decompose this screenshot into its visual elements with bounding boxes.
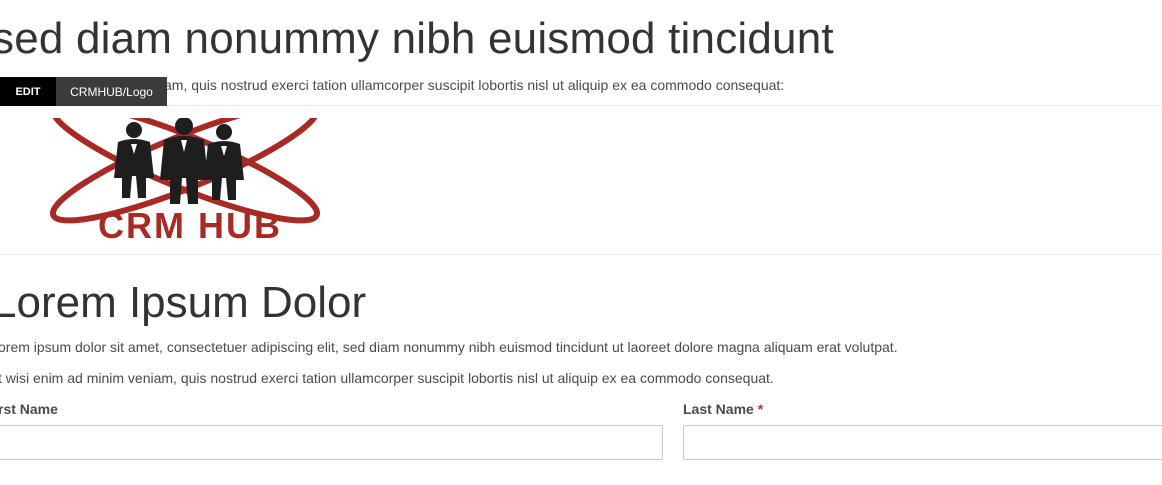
- edit-button[interactable]: EDIT: [0, 77, 56, 106]
- section-heading: Lorem Ipsum Dolor: [0, 278, 367, 327]
- people-silhouette-icon: [114, 118, 244, 204]
- divider: [0, 105, 1162, 106]
- first-name-label: rst Name: [0, 401, 58, 417]
- crm-hub-logo[interactable]: CRM HUB: [48, 118, 330, 242]
- page: sed diam nonummy nibh euismod tincidunt …: [0, 0, 1162, 485]
- last-name-label-text: Last Name: [683, 401, 754, 417]
- edit-toolbar: EDIT CRMHUB/Logo: [0, 77, 167, 106]
- logo-text: CRM HUB: [98, 205, 282, 242]
- body-paragraph: orem ipsum dolor sit amet, consectetuer …: [0, 339, 898, 355]
- first-name-input[interactable]: [0, 425, 663, 460]
- top-heading: sed diam nonummy nibh euismod tincidunt: [0, 14, 834, 63]
- item-path-button[interactable]: CRMHUB/Logo: [56, 77, 167, 106]
- top-paragraph: am, quis nostrud exerci tation ullamcorp…: [164, 77, 785, 93]
- body-paragraph: t wisi enim ad minim veniam, quis nostru…: [0, 370, 774, 386]
- divider: [0, 254, 1162, 255]
- required-indicator: *: [757, 401, 764, 417]
- last-name-label: Last Name *: [683, 401, 763, 417]
- last-name-input[interactable]: [683, 425, 1162, 460]
